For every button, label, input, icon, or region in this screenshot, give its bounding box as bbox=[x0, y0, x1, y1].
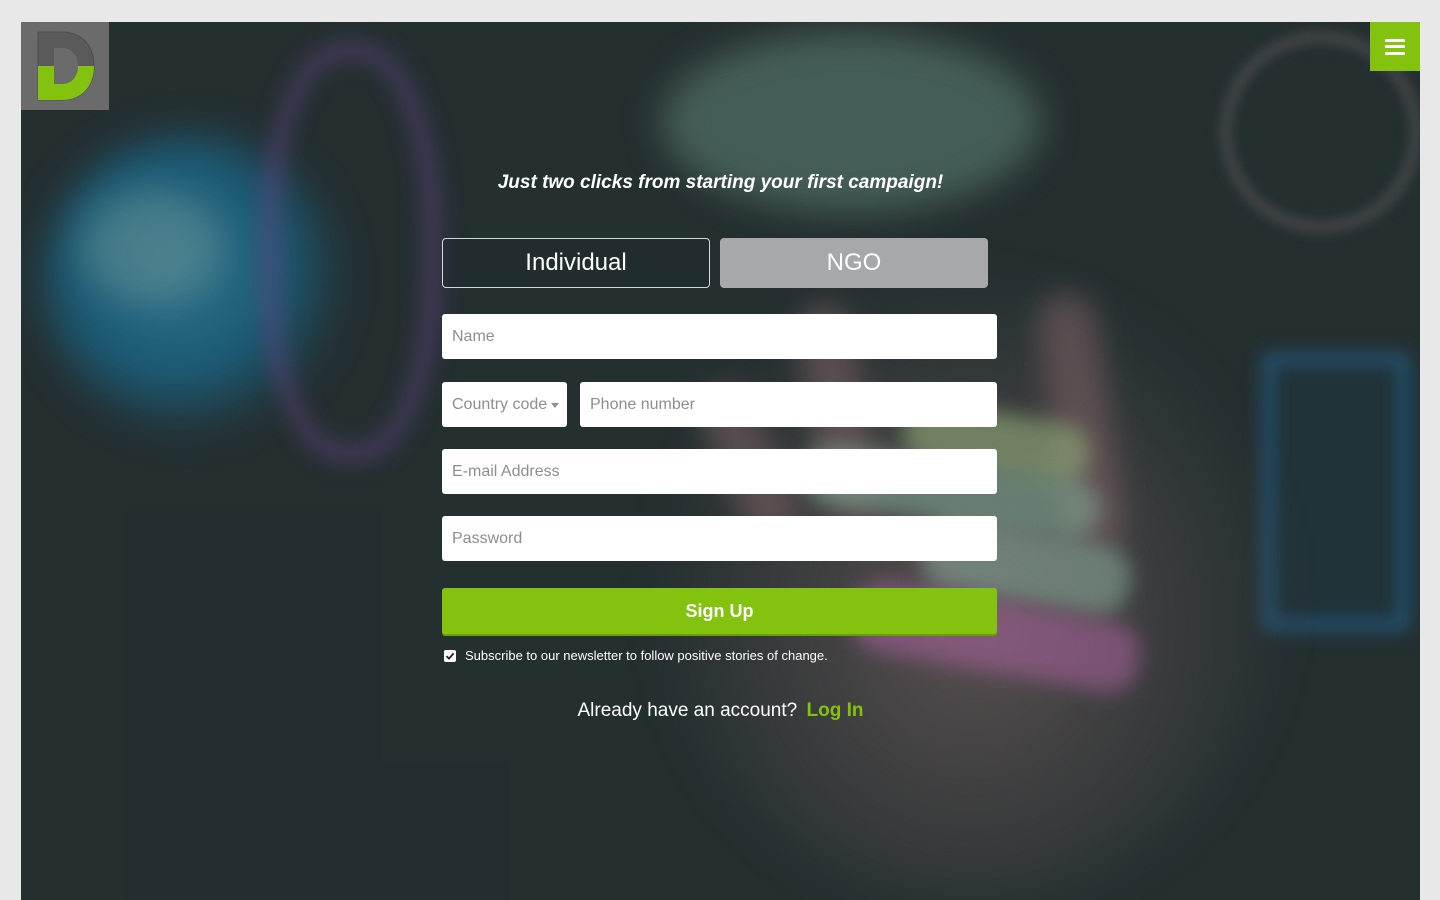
caret-down-icon bbox=[551, 403, 560, 408]
sign-up-button[interactable]: Sign Up bbox=[442, 588, 997, 634]
page-frame: Just two clicks from starting your first… bbox=[21, 22, 1420, 900]
password-input[interactable] bbox=[442, 516, 997, 561]
menu-button[interactable] bbox=[1370, 22, 1420, 71]
country-code-label: Country code bbox=[452, 395, 548, 413]
hamburger-menu-icon bbox=[1385, 38, 1405, 55]
country-code-select[interactable]: Country code bbox=[442, 382, 567, 427]
phone-number-input[interactable] bbox=[580, 382, 997, 427]
email-input[interactable] bbox=[442, 449, 997, 494]
account-type-tabs: Individual NGO bbox=[442, 238, 988, 288]
newsletter-checkbox[interactable] bbox=[444, 649, 456, 662]
log-in-link[interactable]: Log In bbox=[807, 700, 864, 721]
login-prompt-text: Already have an account? bbox=[577, 700, 798, 721]
login-prompt-line: Already have an account? Log In bbox=[21, 700, 1420, 722]
checkmark-icon bbox=[445, 652, 455, 660]
newsletter-option: Subscribe to our newsletter to follow po… bbox=[444, 648, 828, 663]
newsletter-label: Subscribe to our newsletter to follow po… bbox=[465, 648, 828, 663]
tab-ngo[interactable]: NGO bbox=[720, 238, 988, 288]
tab-individual[interactable]: Individual bbox=[442, 238, 710, 288]
name-input[interactable] bbox=[442, 314, 997, 359]
brand-logo[interactable] bbox=[21, 22, 109, 110]
signup-tagline: Just two clicks from starting your first… bbox=[497, 172, 944, 193]
logo-d-icon bbox=[37, 31, 95, 101]
